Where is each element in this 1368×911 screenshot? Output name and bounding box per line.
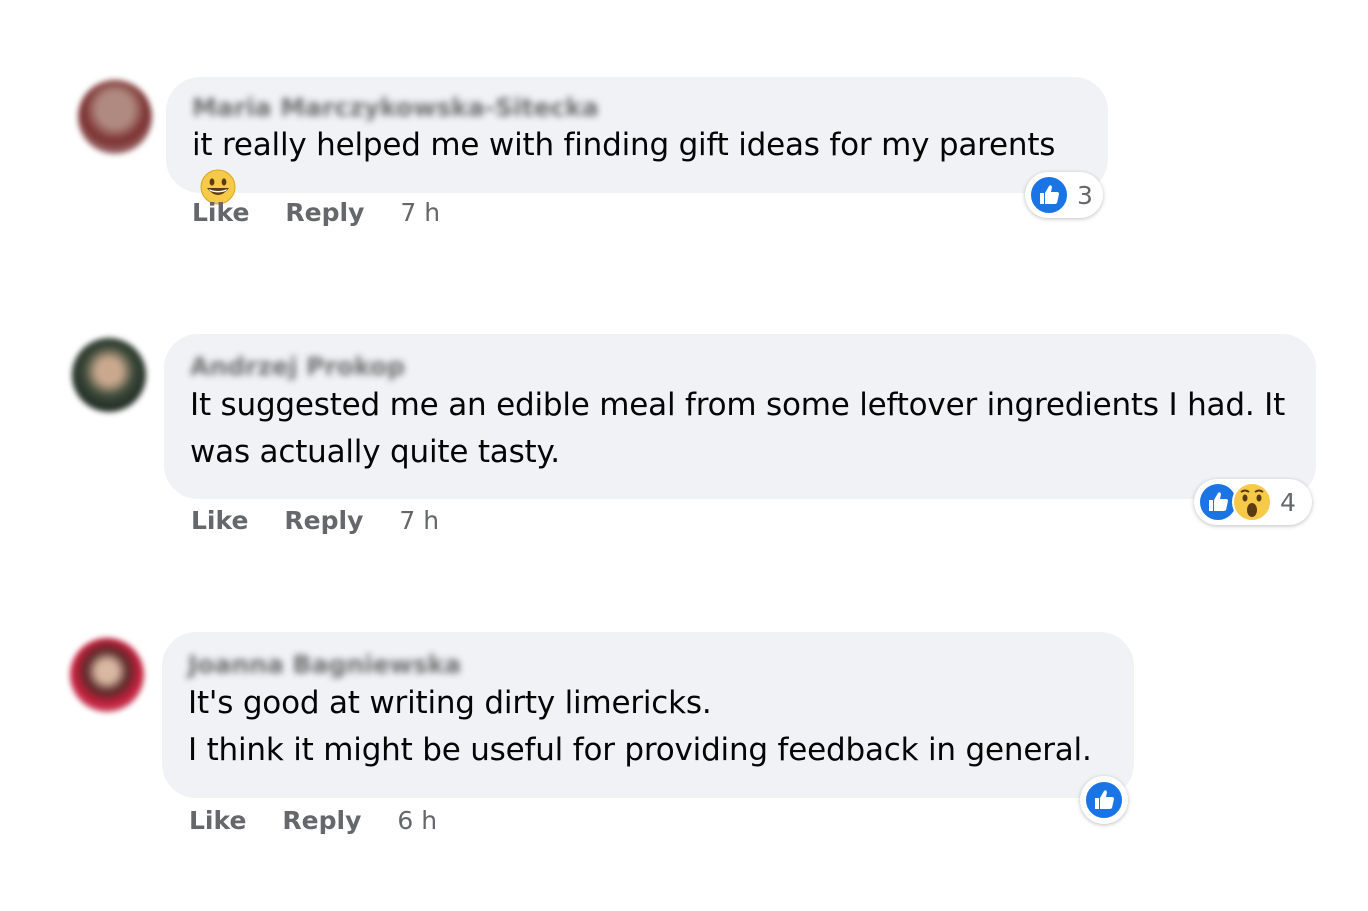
- like-button[interactable]: Like: [189, 806, 246, 835]
- reply-button[interactable]: Reply: [282, 806, 361, 835]
- comment-actions: Like Reply 7 h: [191, 506, 439, 535]
- comment-text: It suggested me an edible meal from some…: [190, 387, 1286, 470]
- like-icon: [1084, 780, 1124, 820]
- comment-timestamp[interactable]: 7 h: [399, 506, 439, 535]
- comment-bubble: Joanna Bagniewska It's good at writing d…: [162, 632, 1134, 798]
- comment-text: It's good at writing dirty limericks. I …: [188, 685, 1092, 768]
- like-button[interactable]: Like: [191, 506, 248, 535]
- comment-actions: Like Reply 6 h: [189, 806, 437, 835]
- comment-timestamp[interactable]: 7 h: [400, 198, 440, 227]
- comment-actions: Like Reply 7 h: [192, 198, 440, 227]
- comment-text-body: it really helped me with finding gift id…: [192, 127, 1056, 163]
- like-icon: [1029, 175, 1069, 215]
- avatar[interactable]: [72, 338, 146, 412]
- like-button[interactable]: Like: [192, 198, 249, 227]
- avatar[interactable]: [78, 80, 152, 154]
- comment-author[interactable]: Maria Marczykowska-Sitecka: [192, 93, 599, 123]
- reactions-summary[interactable]: 3: [1025, 172, 1103, 218]
- reaction-count: 4: [1280, 487, 1296, 517]
- reply-button[interactable]: Reply: [285, 198, 364, 227]
- wow-icon: [1232, 482, 1272, 522]
- reactions-summary[interactable]: [1080, 776, 1128, 824]
- reactions-summary[interactable]: 4: [1194, 479, 1312, 525]
- reply-button[interactable]: Reply: [284, 506, 363, 535]
- comment-bubble: Andrzej Prokop It suggested me an edible…: [164, 334, 1316, 499]
- comment-author[interactable]: Andrzej Prokop: [190, 352, 405, 382]
- reaction-count: 3: [1077, 180, 1093, 210]
- avatar[interactable]: [70, 638, 144, 712]
- comment-timestamp[interactable]: 6 h: [397, 806, 437, 835]
- comment-author[interactable]: Joanna Bagniewska: [188, 650, 461, 680]
- comment-bubble: Maria Marczykowska-Sitecka it really hel…: [166, 77, 1108, 205]
